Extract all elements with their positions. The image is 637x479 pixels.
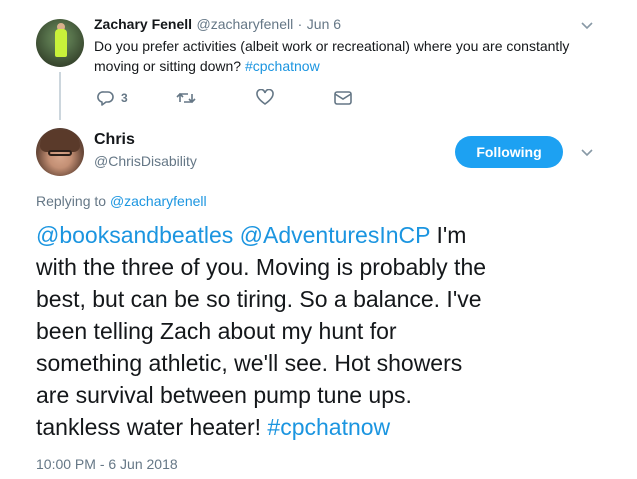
main-author-handle[interactable]: @ChrisDisability	[94, 153, 197, 169]
parent-text-line1: Do you prefer activities (albeit work or…	[94, 38, 570, 54]
avatar-hair	[40, 130, 80, 152]
mention-booksandbeatles[interactable]: @booksandbeatles	[36, 222, 233, 248]
envelope-icon	[334, 91, 352, 105]
main-text-line2: with the three of you. Moving is probabl…	[36, 254, 487, 280]
replying-to-link[interactable]: @zacharyfenell	[110, 193, 207, 209]
parent-tweet-text: Do you prefer activities (albeit work or…	[94, 36, 614, 76]
following-button[interactable]: Following	[455, 136, 563, 168]
avatar-figure	[55, 29, 67, 57]
reply-icon	[97, 91, 114, 106]
parent-tweet-header: Zachary Fenell @zacharyfenell · Jun 6	[94, 16, 341, 34]
heart-icon	[256, 89, 274, 105]
avatar-glasses	[48, 150, 72, 156]
reply-button[interactable]: 3	[97, 90, 128, 106]
main-hashtag-link[interactable]: #cpchatnow	[267, 414, 390, 440]
following-button-label: Following	[476, 144, 542, 160]
main-author-name[interactable]: Chris	[94, 131, 135, 149]
replying-to-prefix: Replying to	[36, 193, 110, 209]
main-author-name-text: Chris	[94, 131, 135, 148]
zachary-avatar[interactable]	[36, 19, 84, 67]
chevron-down-icon[interactable]	[580, 18, 594, 36]
main-text-line7: tankless water heater! #cpchatnow	[36, 411, 616, 443]
direct-message-button[interactable]	[334, 91, 352, 105]
retweet-icon	[176, 92, 196, 104]
tweet-timestamp[interactable]: 10:00 PM - 6 Jun 2018	[36, 456, 178, 472]
thread-connector-line	[59, 72, 61, 120]
like-button[interactable]	[256, 89, 274, 106]
main-text-line7-plain: tankless water heater!	[36, 414, 268, 440]
parent-tweet-date[interactable]: Jun 6	[307, 16, 341, 32]
main-text-line1: @booksandbeatles @AdventuresInCP I'm	[36, 219, 616, 251]
main-text-line1-rest: I'm	[430, 222, 467, 248]
main-text-line3: best, but can be so tiring. So a balance…	[36, 286, 482, 312]
parent-hashtag-link[interactable]: #cpchatnow	[245, 58, 320, 74]
parent-author-name[interactable]: Zachary Fenell	[94, 16, 192, 32]
parent-author-handle[interactable]: @zacharyfenell	[197, 16, 294, 32]
parent-text-line2: moving or sitting down? #cpchatnow	[94, 56, 614, 76]
mention-adventuresincp[interactable]: @AdventuresInCP	[240, 222, 430, 248]
main-text-line5: something athletic, we'll see. Hot showe…	[36, 350, 463, 376]
main-text-line4: been telling Zach about my hunt for	[36, 318, 397, 344]
parent-text-plain: moving or sitting down?	[94, 58, 245, 74]
chris-avatar[interactable]	[36, 128, 84, 176]
reply-count: 3	[121, 91, 128, 105]
retweet-button[interactable]	[176, 90, 196, 106]
replying-to-line: Replying to @zacharyfenell	[36, 193, 207, 209]
main-text-line6: are survival between pump tune ups.	[36, 382, 412, 408]
chevron-down-icon[interactable]	[580, 145, 594, 163]
header-dot: ·	[297, 16, 303, 32]
main-tweet-text: @booksandbeatles @AdventuresInCP I'm wit…	[36, 219, 616, 443]
